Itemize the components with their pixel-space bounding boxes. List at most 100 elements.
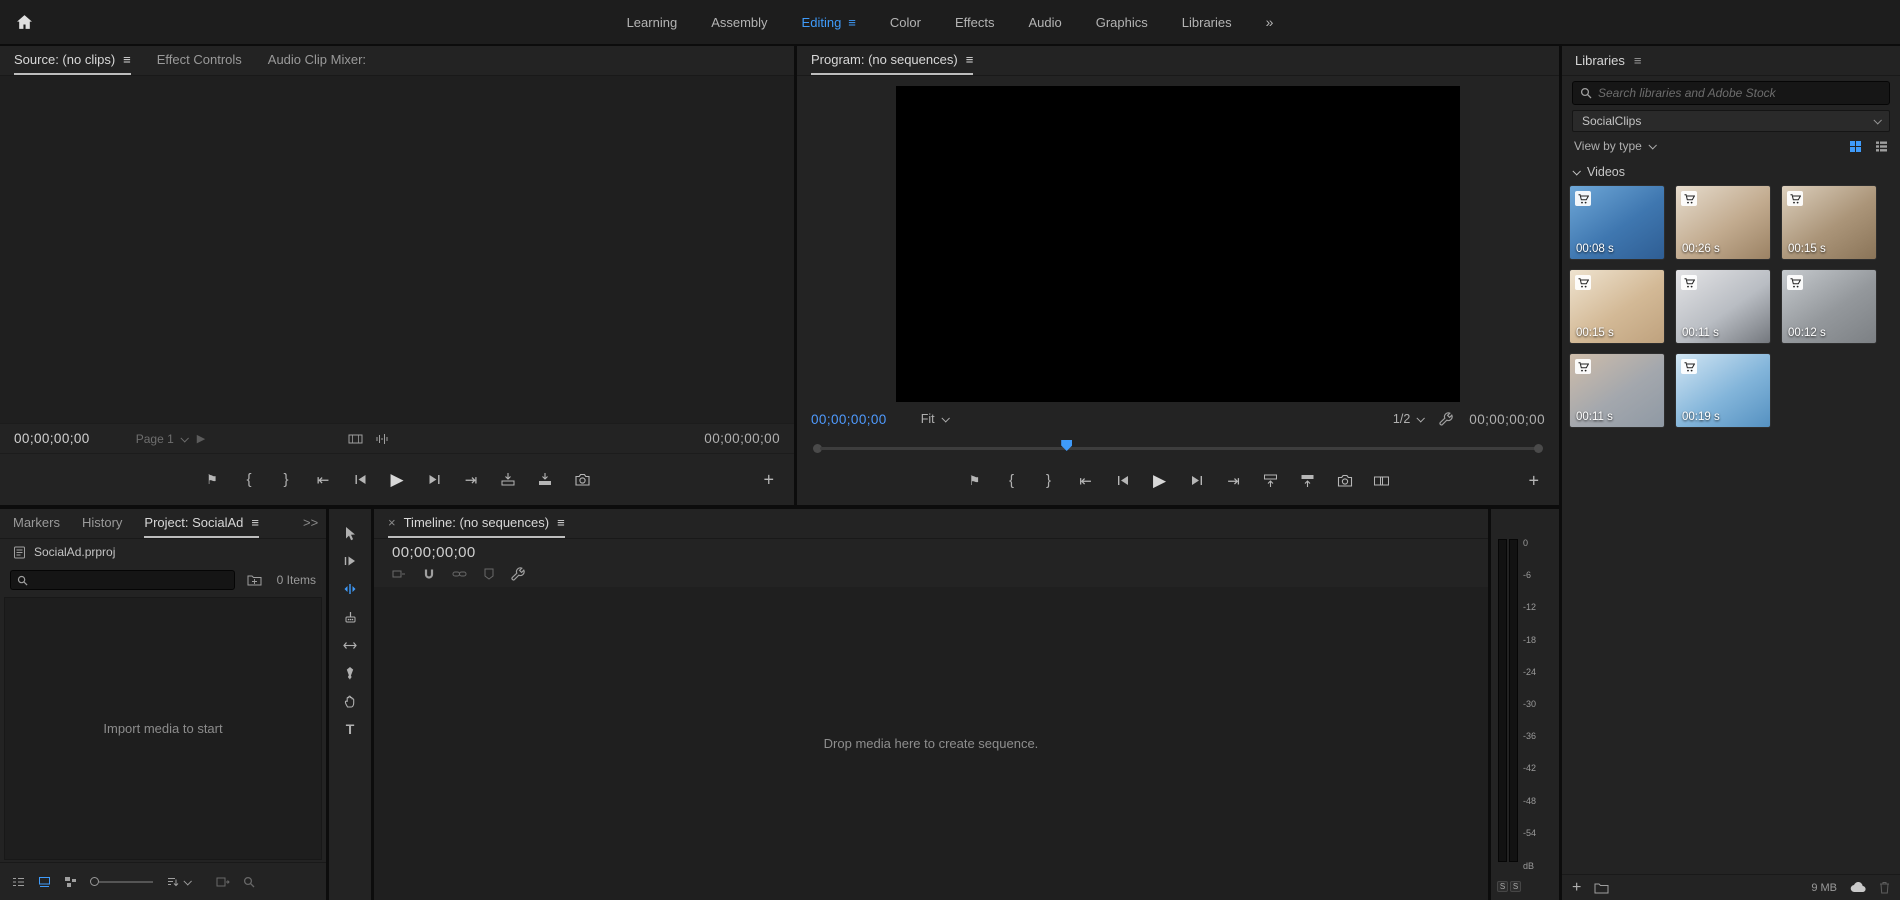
home-button[interactable] — [16, 14, 33, 30]
find-icon[interactable] — [243, 876, 255, 888]
cart-icon[interactable] — [1787, 191, 1803, 206]
tab-source[interactable]: Source: (no clips) ≡ — [14, 46, 131, 75]
timeline-timecode[interactable]: 00;00;00;00 — [392, 544, 1470, 561]
videos-section-header[interactable]: Videos — [1562, 160, 1900, 184]
ripple-edit-tool[interactable] — [335, 577, 365, 601]
mark-in-button[interactable]: { — [237, 468, 261, 492]
cart-icon[interactable] — [1681, 191, 1697, 206]
scrubber-right-handle[interactable] — [1534, 444, 1543, 453]
razor-tool[interactable] — [335, 605, 365, 629]
cart-icon[interactable] — [1575, 359, 1591, 374]
insert-button[interactable] — [496, 468, 520, 492]
step-forward-button[interactable] — [1185, 469, 1209, 493]
tab-project[interactable]: Project: SocialAd ≡ — [144, 509, 259, 538]
button-editor-button[interactable]: + — [1528, 470, 1539, 491]
icon-view-icon[interactable] — [38, 876, 51, 888]
stock-clip[interactable]: 00:19 s — [1676, 354, 1770, 427]
timeline-drop-zone[interactable]: Drop media here to create sequence. — [374, 587, 1488, 900]
stock-clip[interactable]: 00:11 s — [1570, 354, 1664, 427]
view-by-type-label[interactable]: View by type — [1574, 139, 1642, 153]
panel-menu-icon[interactable]: ≡ — [251, 516, 259, 529]
workspace-tab-effects[interactable]: Effects — [955, 15, 995, 30]
panel-menu-icon[interactable]: ≡ — [123, 53, 131, 66]
libraries-search-box[interactable] — [1572, 81, 1890, 105]
linked-selection-icon[interactable] — [452, 569, 467, 579]
tab-markers[interactable]: Markers — [13, 509, 60, 538]
project-search-input[interactable] — [34, 574, 228, 586]
button-editor-button[interactable]: + — [763, 469, 774, 490]
step-back-button[interactable] — [1111, 469, 1135, 493]
workspace-tab-color[interactable]: Color — [890, 15, 921, 30]
play-button[interactable]: ▶ — [1148, 469, 1172, 493]
panel-menu-icon[interactable]: ≡ — [966, 53, 974, 66]
project-file-row[interactable]: SocialAd.prproj — [0, 539, 326, 565]
mark-in-button[interactable]: { — [1000, 469, 1024, 493]
stock-clip[interactable]: 00:15 s — [1782, 186, 1876, 259]
playback-resolution-select[interactable]: 1/2 — [1393, 412, 1423, 426]
program-current-timecode[interactable]: 00;00;00;00 — [811, 412, 887, 427]
track-select-forward-tool[interactable] — [335, 549, 365, 573]
export-frame-button[interactable] — [1333, 469, 1357, 493]
stock-clip[interactable]: 00:15 s — [1570, 270, 1664, 343]
add-marker-button[interactable]: ⚑ — [963, 469, 987, 493]
selection-tool[interactable] — [335, 521, 365, 545]
page-select[interactable]: Page 1 — [136, 432, 187, 446]
mark-out-button[interactable]: } — [274, 468, 298, 492]
cart-icon[interactable] — [1575, 275, 1591, 290]
new-library-item-button[interactable]: + — [1572, 879, 1581, 897]
zoom-slider-knob[interactable] — [90, 877, 99, 886]
scrubber-track[interactable] — [820, 447, 1536, 450]
workspace-overflow-icon[interactable]: » — [1266, 14, 1274, 30]
go-to-in-button[interactable]: ⇤ — [311, 468, 335, 492]
workspace-tab-graphics[interactable]: Graphics — [1096, 15, 1148, 30]
cart-icon[interactable] — [1787, 275, 1803, 290]
zoom-slider-track[interactable] — [99, 881, 153, 883]
slip-tool[interactable] — [335, 633, 365, 657]
workspace-menu-icon[interactable]: ≡ — [848, 16, 856, 29]
workspace-tab-assembly[interactable]: Assembly — [711, 15, 767, 30]
project-search-box[interactable] — [10, 570, 235, 590]
export-frame-button[interactable] — [570, 468, 594, 492]
new-folder-icon[interactable] — [1594, 882, 1609, 894]
settings-wrench-icon[interactable] — [1439, 412, 1453, 426]
search-bin-icon[interactable] — [247, 574, 262, 586]
comparison-view-button[interactable] — [1370, 469, 1394, 493]
play-button[interactable]: ▶ — [385, 468, 409, 492]
step-back-button[interactable] — [348, 468, 372, 492]
tab-program[interactable]: Program: (no sequences) ≡ — [811, 46, 973, 75]
cart-icon[interactable] — [1575, 191, 1591, 206]
list-view-icon[interactable] — [1875, 140, 1888, 153]
stock-clip[interactable]: 00:12 s — [1782, 270, 1876, 343]
library-select[interactable]: SocialClips — [1572, 110, 1890, 132]
hand-tool[interactable] — [335, 689, 365, 713]
overwrite-button[interactable] — [533, 468, 557, 492]
add-marker-icon[interactable] — [484, 568, 494, 580]
libraries-search-input[interactable] — [1598, 86, 1882, 100]
tab-effect-controls[interactable]: Effect Controls — [157, 46, 242, 75]
panel-overflow-icon[interactable]: >> — [303, 509, 318, 538]
cart-icon[interactable] — [1681, 275, 1697, 290]
workspace-tab-learning[interactable]: Learning — [627, 15, 678, 30]
workspace-tab-editing[interactable]: Editing ≡ — [802, 15, 856, 30]
workspace-tab-libraries[interactable]: Libraries — [1182, 15, 1232, 30]
snap-magnet-icon[interactable] — [423, 568, 435, 581]
stock-clip[interactable]: 00:08 s — [1570, 186, 1664, 259]
list-view-icon[interactable] — [12, 876, 25, 888]
go-to-out-button[interactable]: ⇥ — [1222, 469, 1246, 493]
tab-audio-clip-mixer[interactable]: Audio Clip Mixer: — [268, 46, 366, 75]
add-marker-button[interactable]: ⚑ — [200, 468, 224, 492]
timeline-settings-wrench-icon[interactable] — [511, 567, 525, 581]
automate-to-sequence-icon[interactable] — [216, 876, 230, 888]
cart-icon[interactable] — [1681, 359, 1697, 374]
nest-sequences-icon[interactable] — [392, 568, 406, 580]
pen-tool[interactable] — [335, 661, 365, 685]
step-forward-button[interactable] — [422, 468, 446, 492]
drag-audio-only-icon[interactable] — [375, 433, 390, 445]
zoom-slider[interactable] — [90, 877, 153, 886]
lift-button[interactable] — [1259, 469, 1283, 493]
project-empty-area[interactable]: Import media to start — [4, 597, 322, 860]
page-next-icon[interactable]: ▶ — [197, 432, 205, 445]
workspace-tab-audio[interactable]: Audio — [1028, 15, 1061, 30]
solo-left-button[interactable]: S — [1497, 881, 1508, 892]
extract-button[interactable] — [1296, 469, 1320, 493]
